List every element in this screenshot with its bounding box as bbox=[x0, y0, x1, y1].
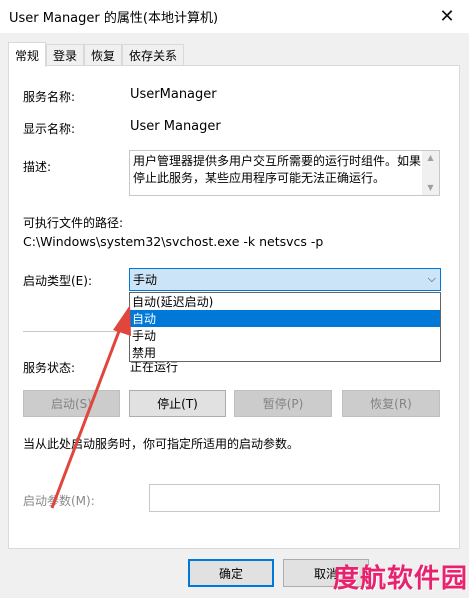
description-scrollbar[interactable]: ▲ ▼ bbox=[422, 151, 439, 195]
title-bar: User Manager 的属性(本地计算机) ✕ bbox=[0, 0, 469, 33]
ok-button[interactable]: 确定 bbox=[188, 559, 274, 587]
chevron-down-icon: ⌵ bbox=[427, 272, 436, 285]
divider bbox=[23, 331, 123, 332]
startup-type-dropdown: 自动(延迟启动) 自动 手动 禁用 bbox=[129, 292, 441, 362]
close-button[interactable]: ✕ bbox=[425, 0, 469, 33]
display-name-value: User Manager bbox=[130, 119, 221, 134]
service-status-label: 服务状态: bbox=[23, 361, 76, 375]
start-params-input[interactable] bbox=[149, 484, 440, 512]
scroll-up-icon[interactable]: ▲ bbox=[422, 151, 439, 165]
stop-button[interactable]: 停止(T) bbox=[129, 390, 226, 417]
option-auto[interactable]: 自动 bbox=[130, 310, 440, 327]
hint-text: 当从此处启动服务时，你可指定所适用的启动参数。 bbox=[23, 437, 300, 451]
service-name-label: 服务名称: bbox=[23, 90, 76, 104]
close-icon: ✕ bbox=[439, 6, 455, 27]
option-manual[interactable]: 手动 bbox=[130, 327, 440, 344]
start-button[interactable]: 启动(S) bbox=[23, 390, 120, 417]
resume-button[interactable]: 恢复(R) bbox=[342, 390, 440, 417]
description-text: 用户管理器提供多用户交互所需要的运行时组件。如果停止此服务，某些应用程序可能无法… bbox=[133, 154, 422, 185]
description-box[interactable]: 用户管理器提供多用户交互所需要的运行时组件。如果停止此服务，某些应用程序可能无法… bbox=[129, 150, 440, 196]
tab-dependencies[interactable]: 依存关系 bbox=[122, 44, 185, 66]
display-name-label: 显示名称: bbox=[23, 122, 76, 136]
tab-general[interactable]: 常规 bbox=[8, 42, 47, 67]
service-name-value: UserManager bbox=[130, 87, 217, 102]
tab-recovery[interactable]: 恢复 bbox=[84, 44, 123, 66]
tab-logon[interactable]: 登录 bbox=[46, 44, 85, 66]
tab-strip: 常规 登录 恢复 依存关系 bbox=[8, 42, 185, 67]
option-disabled[interactable]: 禁用 bbox=[130, 344, 440, 361]
start-params-label: 启动参数(M): bbox=[23, 494, 95, 508]
exe-path-label: 可执行文件的路径: bbox=[23, 216, 124, 230]
scroll-down-icon[interactable]: ▼ bbox=[422, 181, 439, 195]
window-title: User Manager 的属性(本地计算机) bbox=[9, 11, 219, 26]
general-panel: 服务名称: UserManager 显示名称: User Manager 描述:… bbox=[8, 65, 460, 549]
watermark-logo: 度航软件园 bbox=[333, 564, 469, 594]
startup-type-select[interactable]: 手动 ⌵ bbox=[129, 268, 441, 291]
pause-button[interactable]: 暂停(P) bbox=[234, 390, 332, 417]
description-label: 描述: bbox=[23, 160, 52, 174]
exe-path-value: C:\Windows\system32\svchost.exe -k netsv… bbox=[23, 234, 324, 249]
startup-type-label: 启动类型(E): bbox=[23, 274, 92, 288]
option-auto-delayed[interactable]: 自动(延迟启动) bbox=[130, 293, 440, 310]
startup-type-value: 手动 bbox=[133, 273, 158, 287]
